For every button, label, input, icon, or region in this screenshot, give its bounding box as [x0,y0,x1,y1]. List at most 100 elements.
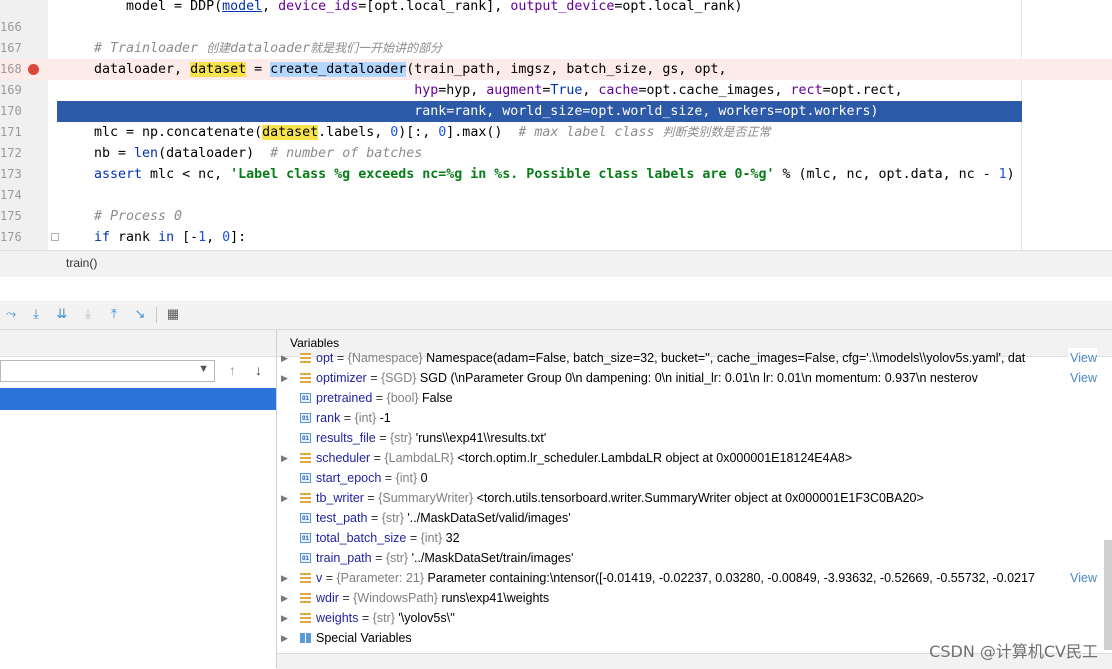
code-editor[interactable]: model = DDP(model, device_ids=[opt.local… [0,0,1112,250]
object-type-icon [300,493,311,503]
variable-row[interactable]: 01 results_file = {str} 'runs\\exp41\\res… [277,428,1097,448]
code-line[interactable]: 167 # Trainloader 创建dataloader就是我们一开始讲的部分 [0,38,1112,59]
variable-row[interactable]: ▶ opt = {Namespace} Namespace(adam=False,… [277,348,1097,368]
code-line[interactable]: 171 mlc = np.concatenate(dataset.labels, … [0,122,1112,143]
expand-arrow-icon[interactable]: ▶ [281,488,288,508]
code-text[interactable]: if rank in [-1, 0]: [94,227,246,248]
code-text[interactable]: hyp=hyp, augment=True, cache=opt.cache_i… [94,80,902,101]
variable-row[interactable]: ▶ v = {Parameter: 21} Parameter containin… [277,568,1097,588]
breadcrumb-function[interactable]: train() [66,256,97,270]
expand-arrow-icon[interactable]: ▶ [281,588,288,608]
variable-type: {str} [385,551,412,565]
variable-value: Namespace(adam=False, batch_size=32, buc… [426,351,1026,365]
variable-text: weights = {str} '\yolov5s\'' [316,608,455,628]
view-link[interactable]: View [1068,368,1097,388]
variable-type: {LambdaLR} [384,451,458,465]
thread-selector[interactable]: ▼ [0,360,215,382]
variable-value: <torch.optim.lr_scheduler.LambdaLR objec… [457,451,853,465]
evaluate-expression-icon[interactable]: ▦ [164,305,182,323]
variable-row[interactable]: ▶ optimizer = {SGD} SGD (\nParameter Grou… [277,368,1097,388]
variable-row[interactable]: 01 start_epoch = {int} 0 [277,468,1097,488]
variable-row[interactable]: ▶ weights = {str} '\yolov5s\'' [277,608,1097,628]
line-number: 170 [0,104,22,118]
variable-name: opt [316,351,334,365]
code-line[interactable]: 166 [0,17,1112,38]
line-number: 166 [0,20,22,34]
equals-sign: = [406,531,421,545]
fold-icon[interactable] [51,233,59,241]
code-line[interactable]: 173 assert mlc < nc, 'Label class %g exce… [0,164,1112,185]
code-line[interactable]: 175 # Process 0 [0,206,1112,227]
object-type-icon [300,373,311,383]
code-line[interactable]: model = DDP(model, device_ids=[opt.local… [0,0,1112,17]
step-out-icon[interactable]: ⤒ [105,305,123,323]
variable-row[interactable]: ▶ wdir = {WindowsPath} runs\exp41\weights [277,588,1097,608]
variable-type: {bool} [386,391,423,405]
arrow-down-icon[interactable]: ↓ [255,362,262,378]
code-text[interactable]: nb = len(dataloader) # number of batches [94,143,422,164]
selected-frame[interactable] [0,388,276,410]
variable-row[interactable]: 01 train_path = {str} '../MaskDataSet/tra… [277,548,1097,568]
line-number: 169 [0,83,22,97]
variable-row[interactable]: 01 pretrained = {bool} False [277,388,1097,408]
variable-type: {str} [372,611,399,625]
vertical-scrollbar[interactable] [1104,540,1112,650]
breakpoint-icon[interactable] [28,64,39,75]
code-text[interactable]: rank=rank, world_size=opt.world_size, wo… [94,101,878,122]
variable-type: {WindowsPath} [353,591,442,605]
variable-row[interactable]: 01 test_path = {str} '../MaskDataSet/vali… [277,508,1097,528]
line-number: 174 [0,188,22,202]
variable-row[interactable]: 01 total_batch_size = {int} 32 [277,528,1097,548]
expand-arrow-icon[interactable]: ▶ [281,628,288,648]
line-number: 168 [0,62,22,76]
variable-text: opt = {Namespace} Namespace(adam=False, … [316,348,1025,368]
step-over-icon[interactable]: ⤓ [27,305,45,323]
view-link[interactable]: View [1068,568,1097,588]
code-text[interactable]: model = DDP(model, device_ids=[opt.local… [94,0,742,17]
breadcrumb[interactable]: train() [0,250,1112,277]
code-line[interactable]: 168 dataloader, dataset = create_dataload… [0,59,1112,80]
code-line[interactable]: 170 rank=rank, world_size=opt.world_size… [0,101,1112,122]
expand-arrow-icon[interactable]: ▶ [281,368,288,388]
variable-text: train_path = {str} '../MaskDataSet/train… [316,548,573,568]
variable-name: results_file [316,431,376,445]
variable-name: scheduler [316,451,371,465]
view-link[interactable]: View [1068,348,1097,368]
variable-value: '../MaskDataSet/valid/images' [407,511,571,525]
run-to-cursor-icon[interactable]: ↘ [131,305,149,323]
variable-row[interactable]: 01 rank = {int} -1 [277,408,1097,428]
code-text[interactable]: # Process 0 [94,206,182,227]
variable-value: 32 [445,531,460,545]
arrow-up-icon[interactable]: ↑ [229,362,236,378]
code-text[interactable]: mlc = np.concatenate(dataset.labels, 0)[… [94,122,770,143]
variable-name: optimizer [316,371,367,385]
equals-sign: = [366,371,381,385]
toolbar-separator [156,307,157,323]
code-line[interactable]: 176 if rank in [-1, 0]: [0,227,1112,248]
variable-row[interactable]: ▶ tb_writer = {SummaryWriter} <torch.util… [277,488,1097,508]
expand-arrow-icon[interactable]: ▶ [281,608,288,628]
code-text[interactable]: # Trainloader 创建dataloader就是我们一开始讲的部分 [94,38,442,59]
frames-header [0,330,276,357]
chevron-down-icon[interactable]: ▼ [198,363,209,375]
variable-name: pretrained [316,391,373,405]
expand-arrow-icon[interactable]: ▶ [281,568,288,588]
step-into-icon[interactable]: ⇊ [53,305,71,323]
watermark: CSDN @计算机CV民工 [929,642,1098,661]
code-text[interactable]: dataloader, dataset = create_dataloader(… [94,59,726,80]
variable-type: {SummaryWriter} [378,491,477,505]
code-line[interactable]: 172 nb = len(dataloader) # number of batc… [0,143,1112,164]
expand-arrow-icon[interactable]: ▶ [281,348,288,368]
equals-sign: = [367,511,382,525]
show-execution-point-icon[interactable]: ⤳ [2,305,20,323]
step-into-my-code-icon[interactable]: ⤓ [79,305,97,323]
variable-row[interactable]: ▶ scheduler = {LambdaLR} <torch.optim.lr_… [277,448,1097,468]
line-number: 171 [0,125,22,139]
code-line[interactable]: 174 [0,185,1112,206]
primitive-type-icon: 01 [300,533,311,543]
equals-sign: = [375,431,390,445]
code-line[interactable]: 169 hyp=hyp, augment=True, cache=opt.cac… [0,80,1112,101]
code-text[interactable]: assert mlc < nc, 'Label class %g exceeds… [94,164,1015,185]
expand-arrow-icon[interactable]: ▶ [281,448,288,468]
variable-value: -1 [379,411,391,425]
